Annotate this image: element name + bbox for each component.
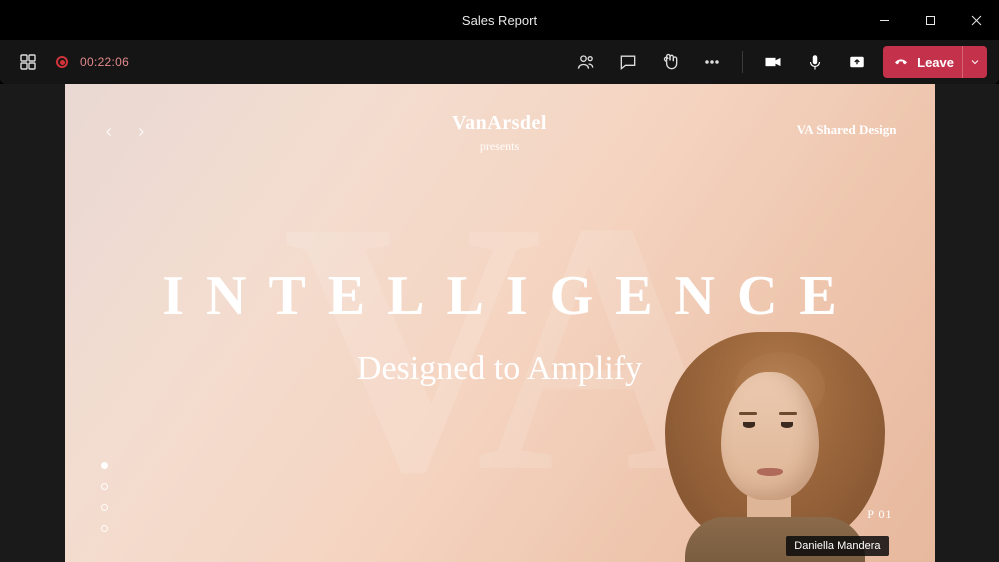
pager-dot-3[interactable] xyxy=(101,504,108,511)
presenter-video-tile[interactable]: Daniella Mandera xyxy=(625,332,895,562)
window-minimize-button[interactable] xyxy=(861,0,907,40)
microphone-button[interactable] xyxy=(799,46,831,78)
slide-brand: VanArsdel presents xyxy=(452,112,547,154)
recording-indicator-icon xyxy=(56,56,68,68)
chat-button[interactable] xyxy=(612,46,644,78)
recording-timer: 00:22:06 xyxy=(80,55,129,69)
camera-button[interactable] xyxy=(757,46,789,78)
toolbar-divider xyxy=(742,51,743,73)
slide-prev-button[interactable] xyxy=(97,120,121,144)
share-screen-button[interactable] xyxy=(841,46,873,78)
presenter-name-tag: Daniella Mandera xyxy=(786,536,888,556)
people-button[interactable] xyxy=(570,46,602,78)
hangup-icon xyxy=(893,53,909,72)
reactions-button[interactable] xyxy=(654,46,686,78)
pager-dot-1[interactable] xyxy=(101,462,108,469)
window-maximize-button[interactable] xyxy=(907,0,953,40)
presentation-slide: VA VanArsdel presents VA Shared Design I… xyxy=(65,84,935,562)
brand-logo: VanArsdel xyxy=(452,112,547,135)
more-options-button[interactable] xyxy=(696,46,728,78)
layout-grid-button[interactable] xyxy=(12,46,44,78)
meeting-stage: VA VanArsdel presents VA Shared Design I… xyxy=(0,84,999,562)
window-titlebar: Sales Report xyxy=(0,0,999,40)
window-close-button[interactable] xyxy=(953,0,999,40)
pager-dot-2[interactable] xyxy=(101,483,108,490)
meeting-toolbar: 00:22:06 xyxy=(0,40,999,84)
leave-button[interactable]: Leave xyxy=(883,46,987,78)
slide-headline: INTELLIGENCE xyxy=(65,264,935,328)
slide-pager xyxy=(101,462,108,532)
pager-dot-4[interactable] xyxy=(101,525,108,532)
brand-subtitle: presents xyxy=(452,139,547,154)
window-title: Sales Report xyxy=(462,13,537,28)
slide-next-button[interactable] xyxy=(129,120,153,144)
window-controls xyxy=(861,0,999,40)
shared-design-label: VA Shared Design xyxy=(797,122,897,138)
leave-dropdown[interactable] xyxy=(962,46,981,78)
leave-label: Leave xyxy=(917,55,954,70)
